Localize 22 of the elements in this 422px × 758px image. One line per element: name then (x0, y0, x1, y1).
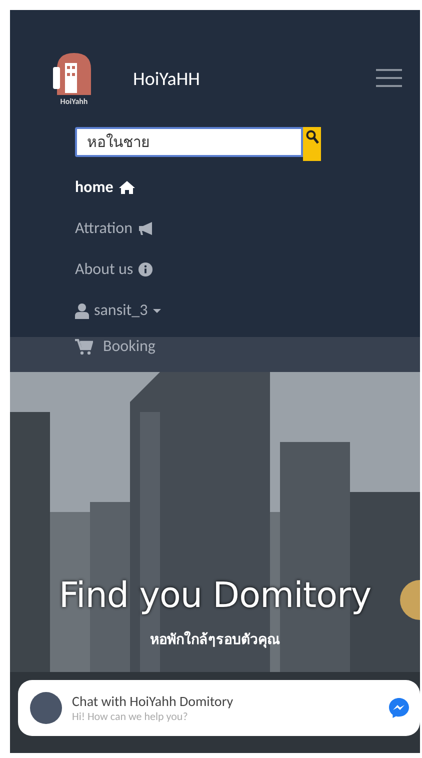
nav-link[interactable]: About us (75, 260, 154, 279)
nav-link[interactable]: Attration (75, 219, 156, 238)
chat-widget[interactable]: Chat with HoiYahh Domitory Hi! How can we help you? (18, 680, 420, 736)
nav-link[interactable]: sansit_3 (75, 301, 161, 320)
avatar-icon (30, 692, 62, 724)
chat-title: Chat with HoiYahh Domitory (72, 693, 234, 710)
cart-icon (75, 338, 93, 354)
hero-subtitle: หอพักใกล้ๆรอบตัวคุณ (150, 630, 280, 650)
search-icon (306, 130, 318, 144)
hero-title: Find you Domitory (58, 576, 372, 616)
user-icon (75, 302, 89, 318)
search-button[interactable] (303, 127, 321, 161)
home-icon (118, 180, 136, 195)
brand-title[interactable]: HoiYaHH (133, 68, 374, 90)
menu-icon (375, 67, 403, 89)
search-field[interactable]: หอในชาย (75, 127, 303, 157)
messenger-icon[interactable] (388, 697, 410, 719)
logo-caption: HoiYahh (60, 97, 88, 107)
nav-link[interactable]: home (75, 178, 136, 197)
chat-message: Hi! How can we help you? (72, 710, 189, 723)
nav-link[interactable]: Booking (75, 337, 156, 356)
info-icon (138, 262, 154, 277)
